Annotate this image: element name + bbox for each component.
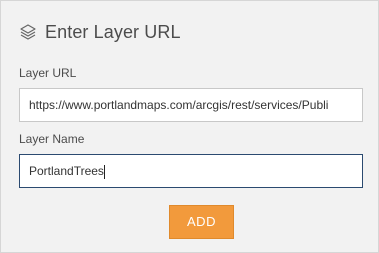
layer-url-label: Layer URL [19, 66, 77, 80]
text-caret [103, 164, 105, 179]
add-layer-panel: Enter Layer URL Layer URL https://www.po… [0, 0, 379, 253]
panel-header: Enter Layer URL [19, 20, 181, 44]
add-button[interactable]: ADD [169, 205, 234, 239]
layers-icon [19, 23, 37, 41]
panel-title: Enter Layer URL [45, 21, 181, 42]
layer-name-input[interactable]: PortlandTrees [19, 154, 363, 188]
layer-url-input[interactable]: https://www.portlandmaps.com/arcgis/rest… [19, 88, 363, 122]
layer-url-value: https://www.portlandmaps.com/arcgis/rest… [29, 98, 329, 112]
layer-name-value: PortlandTrees [29, 164, 104, 178]
layer-name-label: Layer Name [19, 132, 85, 146]
